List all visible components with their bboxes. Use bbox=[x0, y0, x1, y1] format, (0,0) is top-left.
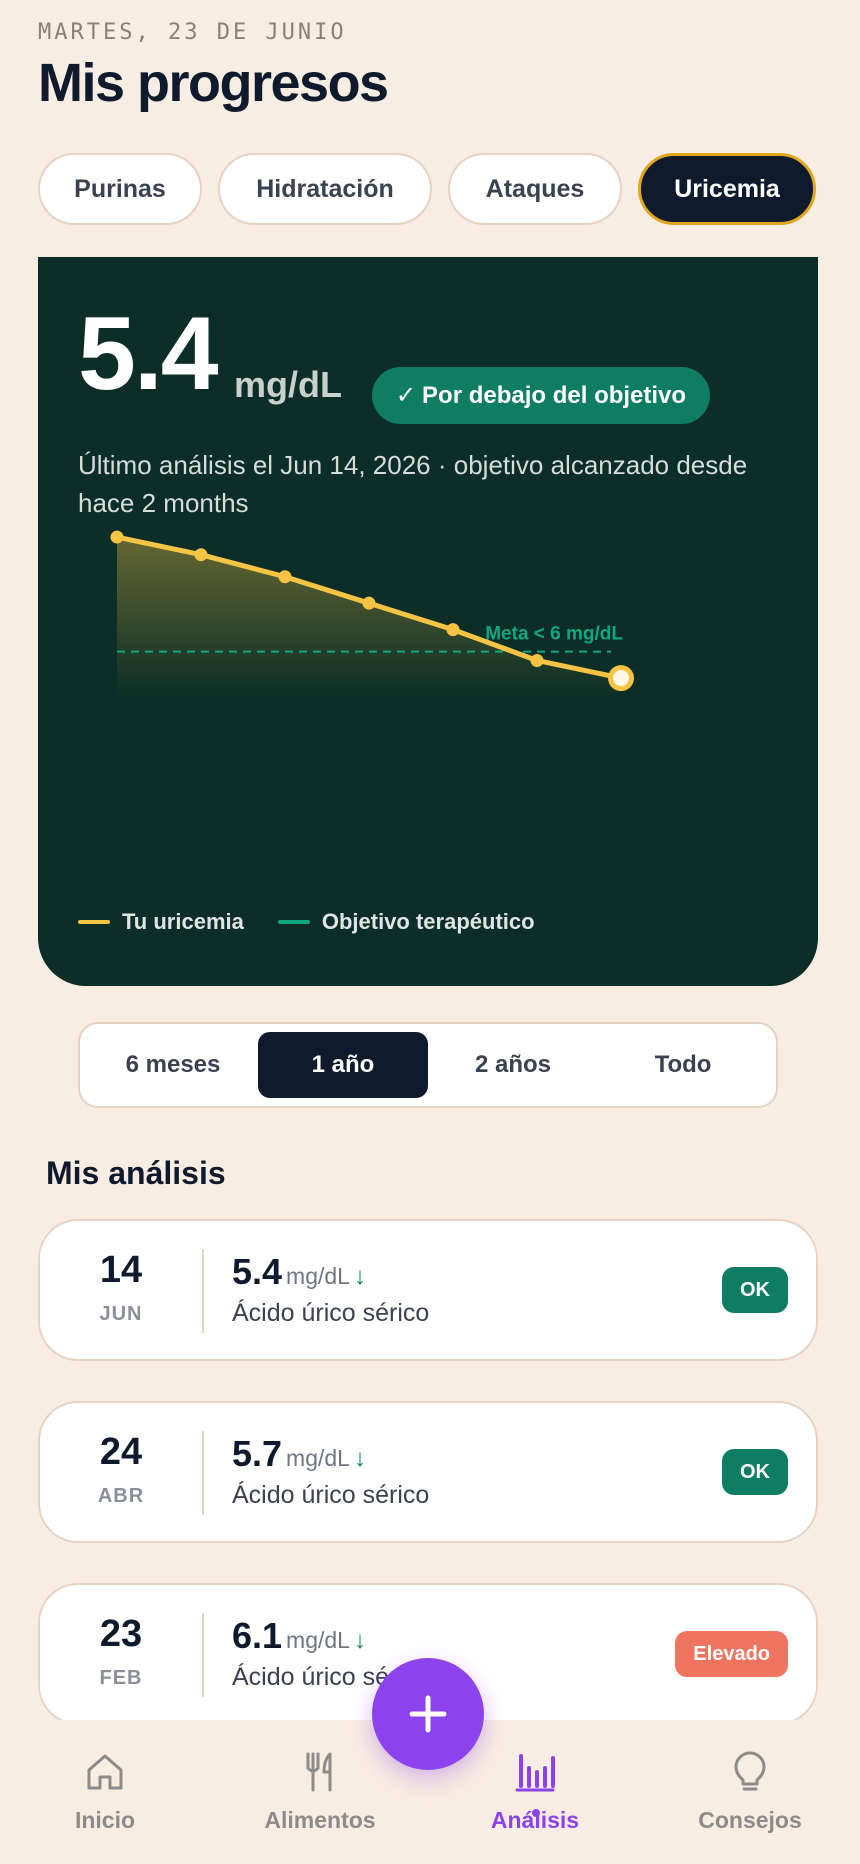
row-divider bbox=[202, 1249, 204, 1333]
header-date: MARTES, 23 DE JUNIO bbox=[38, 20, 347, 45]
analysis-date: 24 ABR bbox=[40, 1403, 202, 1543]
data-point bbox=[278, 570, 292, 584]
uricemia-chart: Meta < 6 mg/dL bbox=[110, 530, 634, 697]
data-point bbox=[530, 653, 544, 667]
arrow-down-icon: ↓ bbox=[353, 1445, 366, 1472]
analysis-value: 5.4 bbox=[232, 1251, 283, 1292]
analysis-day: 14 bbox=[99, 1249, 143, 1291]
nav-label: Consejos bbox=[698, 1807, 802, 1833]
data-point bbox=[446, 623, 460, 637]
range-6-meses[interactable]: 6 meses bbox=[88, 1032, 258, 1098]
data-point bbox=[362, 596, 376, 610]
legend-label-uricemia: Tu uricemia bbox=[122, 909, 244, 934]
status-badge: OK bbox=[722, 1267, 788, 1313]
time-range-selector: 6 meses 1 año 2 años Todo bbox=[78, 1022, 778, 1108]
analysis-day: 23 bbox=[99, 1613, 143, 1655]
analysis-month: FEB bbox=[99, 1667, 143, 1689]
status-badge: OK bbox=[722, 1449, 788, 1495]
status-badge: Elevado bbox=[675, 1631, 788, 1677]
home-icon bbox=[87, 1754, 123, 1790]
series-area-fill bbox=[117, 537, 621, 697]
arrow-down-icon: ↓ bbox=[353, 1263, 366, 1290]
analysis-label: Ácido úrico sérico bbox=[232, 1299, 430, 1327]
row-divider bbox=[202, 1431, 204, 1515]
arrow-down-icon: ↓ bbox=[353, 1627, 366, 1654]
legend-item-target: Objetivo terapéutico bbox=[277, 909, 535, 935]
nav-label: Inicio bbox=[74, 1807, 136, 1833]
row-divider bbox=[202, 1613, 204, 1697]
data-point bbox=[194, 548, 208, 562]
range-2-anos[interactable]: 2 años bbox=[428, 1032, 598, 1098]
analysis-row[interactable]: 14 JUN 5.4 mg/dL ↓ Ácido úrico sérico OK bbox=[38, 1219, 818, 1361]
add-analysis-button[interactable] bbox=[372, 1658, 484, 1770]
tab-ataques[interactable]: Ataques bbox=[448, 153, 622, 225]
fork-knife-icon bbox=[306, 1752, 332, 1792]
legend-swatch-uricemia bbox=[78, 920, 110, 924]
legend-swatch-target bbox=[277, 920, 310, 924]
analysis-day: 24 bbox=[99, 1431, 143, 1473]
data-point bbox=[110, 530, 124, 544]
analysis-unit: mg/dL bbox=[286, 1627, 350, 1653]
data-point-current bbox=[613, 670, 629, 687]
nav-item-alimentos[interactable]: Alimentos bbox=[235, 1750, 405, 1834]
nav-item-inicio[interactable]: Inicio bbox=[20, 1750, 190, 1834]
active-indicator-dot bbox=[532, 1809, 540, 1817]
analysis-value: 5.7 bbox=[232, 1433, 283, 1474]
analysis-value: 6.1 bbox=[232, 1615, 283, 1656]
range-todo[interactable]: Todo bbox=[598, 1032, 768, 1098]
chart-legend: Tu uricemia Objetivo terapéutico bbox=[78, 909, 569, 935]
lightbulb-icon bbox=[734, 1751, 766, 1791]
tab-uricemia[interactable]: Uricemia bbox=[638, 153, 816, 225]
tab-purinas[interactable]: Purinas bbox=[38, 153, 202, 225]
range-1-ano[interactable]: 1 año bbox=[258, 1032, 428, 1098]
analysis-date: 14 JUN bbox=[40, 1221, 202, 1361]
analysis-row[interactable]: 24 ABR 5.7 mg/dL ↓ Ácido úrico sérico OK bbox=[38, 1401, 818, 1543]
analysis-unit: mg/dL bbox=[286, 1445, 350, 1471]
analysis-label: Ácido úrico sérico bbox=[232, 1481, 430, 1509]
metric-tabs: Purinas Hidratación Ataques Uricemia bbox=[38, 153, 816, 225]
legend-item-uricemia: Tu uricemia bbox=[78, 909, 244, 935]
tab-hidratacion[interactable]: Hidratación bbox=[218, 153, 432, 225]
analysis-info: 5.4 mg/dL ↓ Ácido úrico sérico bbox=[232, 1251, 429, 1328]
nav-label: Alimentos bbox=[264, 1807, 376, 1833]
analyses-section-title: Mis análisis bbox=[46, 1155, 226, 1191]
target-label: Meta < 6 mg/dL bbox=[485, 624, 623, 645]
nav-item-consejos[interactable]: Consejos bbox=[665, 1750, 835, 1834]
analysis-unit: mg/dL bbox=[286, 1263, 350, 1289]
analysis-date: 23 FEB bbox=[40, 1585, 202, 1725]
analysis-month: JUN bbox=[99, 1303, 143, 1325]
nav-item-analisis[interactable]: Análisis bbox=[450, 1750, 620, 1834]
plus-icon bbox=[409, 1695, 447, 1733]
page-title: Mis progresos bbox=[38, 53, 389, 113]
uricemia-card: 5.4 mg/dL ✓ Por debajo del objetivo Últi… bbox=[38, 257, 818, 986]
analysis-month: ABR bbox=[97, 1485, 145, 1507]
analysis-info: 5.7 mg/dL ↓ Ácido úrico sérico bbox=[232, 1433, 429, 1510]
legend-label-target: Objetivo terapéutico bbox=[321, 909, 535, 934]
bar-chart-icon bbox=[515, 1754, 555, 1792]
